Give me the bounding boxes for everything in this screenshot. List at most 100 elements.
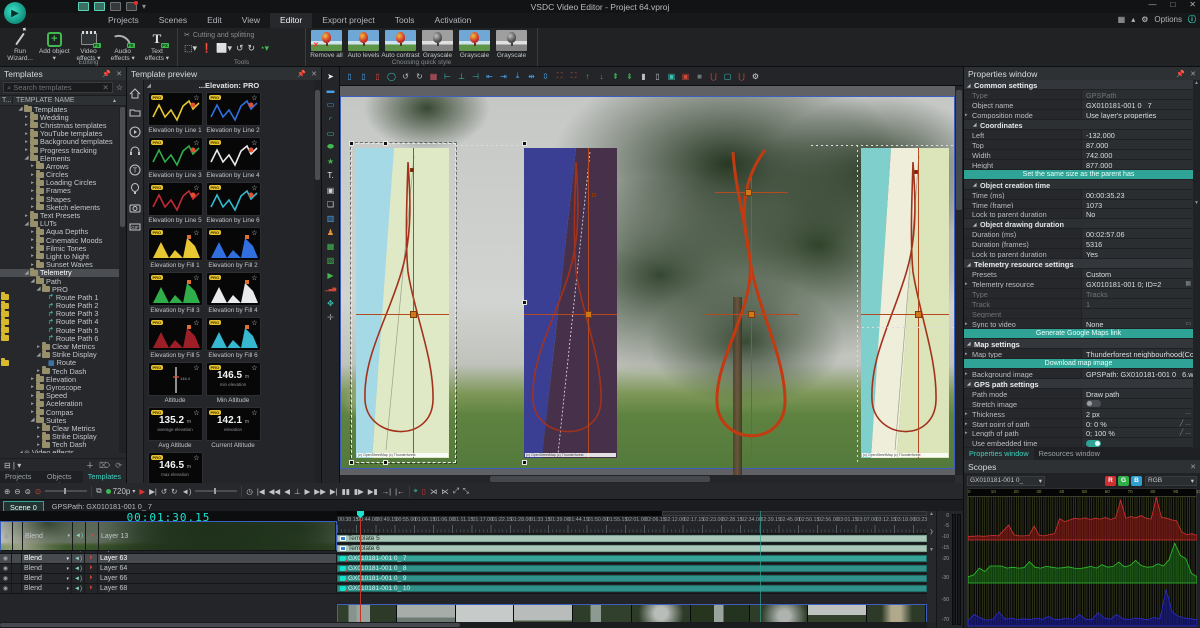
prop-section-map-settings[interactable]: Map settings <box>964 339 1193 349</box>
to-bottom-icon[interactable]: ⇟ <box>624 72 635 81</box>
zoom-out-icon[interactable]: ⊖ <box>14 487 20 496</box>
select-cursor-icon[interactable]: ➤ <box>324 71 337 82</box>
timeline-vscrollbar[interactable]: ▲❯▼ <box>927 511 936 622</box>
link-icon[interactable]: ⧉ <box>96 486 101 496</box>
image-icon[interactable]: ▦ <box>324 241 337 252</box>
timer-icon[interactable]: ◔▾ <box>259 43 269 54</box>
favorite-star-icon[interactable]: ☆ <box>193 139 199 147</box>
template-item-elevation-by-line-1[interactable]: PRO☆Elevation by Line 1 <box>148 92 203 134</box>
favorite-star-icon[interactable]: ☆ <box>193 319 199 327</box>
marker-flag-icon[interactable]: ⏵ <box>85 554 98 563</box>
tree-arrow-icon[interactable]: ◢ <box>35 352 42 358</box>
timeline-hscrollbar[interactable] <box>0 622 927 628</box>
tree-arrow-icon[interactable]: ◢ <box>23 270 30 276</box>
prop-value[interactable]: 00:00:35.23 <box>1082 190 1193 199</box>
menu-view[interactable]: View <box>232 13 270 28</box>
prop-value[interactable]: Yes <box>1082 249 1193 258</box>
quick-style-grayscale[interactable]: Grayscale <box>421 30 454 59</box>
tree-arrow-icon[interactable]: ▸ <box>29 384 36 390</box>
tree-item-telemetry[interactable]: ◢Telemetry <box>0 269 126 277</box>
options-button[interactable]: Options <box>1154 15 1182 24</box>
clip-gx010181-001-0-9[interactable]: GX010181-001 0_ 9 <box>337 575 927 582</box>
lock-cell[interactable] <box>12 574 22 583</box>
search-input[interactable]: ⌕ Search templates ✕ <box>3 82 113 93</box>
undo-icon[interactable]: ↺ <box>400 72 411 81</box>
fit-icon[interactable]: ⛶ <box>554 71 565 81</box>
close-panel-icon[interactable]: ✕ <box>116 70 122 78</box>
move-left-icon[interactable]: ⇤ <box>484 72 495 81</box>
clip-template-5[interactable]: Template 5 <box>337 535 927 542</box>
audio-icon[interactable]: ◄) <box>72 554 85 563</box>
center-h-icon[interactable]: ⇹ <box>526 72 537 81</box>
snapshot-icon[interactable]: ▣ <box>324 185 337 196</box>
volume-slider[interactable] <box>195 490 237 492</box>
close-panel-icon[interactable]: ✕ <box>311 70 317 78</box>
rotate-right-icon[interactable]: ↻ <box>248 43 256 54</box>
value-hint-icon[interactable]: ▦ <box>1185 280 1191 287</box>
prop-subsection-object-drawing-duration[interactable]: Object drawing duration <box>964 219 1193 229</box>
expand-mark-icon[interactable]: ▸ <box>965 112 968 118</box>
favorite-star-icon[interactable]: ☆ <box>193 94 199 102</box>
gps-panel-2[interactable]: (c) OpenStreetMap (c) Thunderforest <box>524 148 617 458</box>
favorite-star-icon[interactable]: ☆ <box>193 274 199 282</box>
tree-arrow-icon[interactable]: ▸ <box>35 434 42 440</box>
redo-icon[interactable]: ↻ <box>414 72 425 81</box>
tree-arrow-icon[interactable]: ▸ <box>29 245 36 251</box>
layer-row-layer-63[interactable]: ◉Blend▾◄)⏵Layer 63 <box>0 554 337 564</box>
headphones-icon[interactable] <box>129 145 141 157</box>
blend-mode-select[interactable]: Blend▾ <box>22 564 72 573</box>
prop-subsection-coordinates[interactable]: Coordinates <box>964 120 1193 130</box>
tooltip-icon[interactable]: ❏ <box>324 199 337 210</box>
motion-icon[interactable]: ✥ <box>324 298 337 309</box>
prop-value[interactable]: 1073 <box>1082 200 1193 209</box>
tab-properties-window[interactable]: Properties window <box>964 448 1034 460</box>
template-item-elevation-by-fill-6[interactable]: PRO☆Elevation by Fill 6 <box>206 317 261 359</box>
teal-box-icon[interactable]: ▢ <box>722 72 733 81</box>
timeline-ruler[interactable]: 00:38.1500:44.0000:49.1500:55.0001:00.15… <box>337 516 927 525</box>
tree-arrow-icon[interactable]: ◢ <box>17 106 24 112</box>
go-start-icon[interactable]: |◀ <box>257 487 265 496</box>
prop-section-gps-path-settings[interactable]: GPS path settings <box>964 379 1193 389</box>
play-icon[interactable] <box>129 126 141 138</box>
marker-flag-icon[interactable]: ⏵ <box>85 584 98 593</box>
jump-right-icon[interactable]: |← <box>395 487 404 496</box>
pin-icon[interactable]: 📌 <box>102 70 111 78</box>
prop-button-generate-google-maps-link[interactable]: Generate Google Maps link <box>964 329 1193 339</box>
favorite-star-icon[interactable]: ☆ <box>251 319 257 327</box>
value-hint-icon[interactable]: … <box>1185 410 1191 416</box>
to-top-icon[interactable]: ⇞ <box>610 72 621 81</box>
prop-value[interactable] <box>1082 438 1193 447</box>
refresh-icon[interactable]: ⟳ <box>115 461 122 470</box>
track-row-layer-12[interactable]: Template 6 <box>337 544 927 554</box>
options-gear-icon[interactable]: ⚙ <box>1141 15 1148 24</box>
track-row-layer-68[interactable]: GX010181-001 0_ 10 <box>337 584 927 594</box>
home-icon[interactable] <box>129 88 141 100</box>
layout-icon[interactable]: ▦ <box>1118 15 1126 24</box>
favorite-star-icon[interactable]: ☆ <box>251 274 257 282</box>
blend-mode-select[interactable]: Blend▾ <box>22 574 72 583</box>
template-item-elevation-by-fill-1[interactable]: PRO☆Elevation by Fill 1 <box>148 227 203 269</box>
favorite-star-icon[interactable]: ☆ <box>251 94 257 102</box>
section-header[interactable]: ...Elevation: PRO <box>144 80 314 91</box>
track-row-layer-66[interactable]: GX010181-001 0_ 9 <box>337 574 927 584</box>
template-item-elevation-by-line-5[interactable]: PRO☆Elevation by Line 5 <box>148 182 203 224</box>
prop-subsection-object-creation-time[interactable]: Object creation time <box>964 180 1193 190</box>
play-button[interactable]: ▶ <box>139 487 145 496</box>
step-fwd-icon[interactable]: ▶ <box>305 487 311 496</box>
move-icon[interactable]: ✛ <box>324 312 337 323</box>
prop-value[interactable]: GX010181-001 0; ID=2 <box>1082 279 1193 288</box>
folder-icon[interactable] <box>129 107 141 119</box>
zoom-in-icon[interactable]: ⊕ <box>4 487 10 496</box>
preview-scrollbar[interactable] <box>314 80 321 483</box>
prop-value[interactable]: 5316 <box>1082 239 1193 248</box>
favorite-star-icon[interactable]: ☆ <box>193 454 199 462</box>
pointer-tool-icon[interactable]: ⌖ <box>414 486 418 496</box>
expand-mark-icon[interactable]: ▸ <box>965 351 968 357</box>
properties-scrollbar[interactable]: ▲▼ <box>1193 80 1200 448</box>
info-icon[interactable]: ⓘ <box>1188 14 1196 25</box>
copy-icon[interactable]: ▯ <box>344 72 355 81</box>
prop-value[interactable]: 877.000 <box>1082 160 1193 169</box>
prop-value[interactable]: Use layer's properties <box>1082 110 1193 119</box>
favorite-star-icon[interactable]: ☆ <box>251 139 257 147</box>
visibility-eye-icon[interactable]: ◉ <box>0 584 12 593</box>
